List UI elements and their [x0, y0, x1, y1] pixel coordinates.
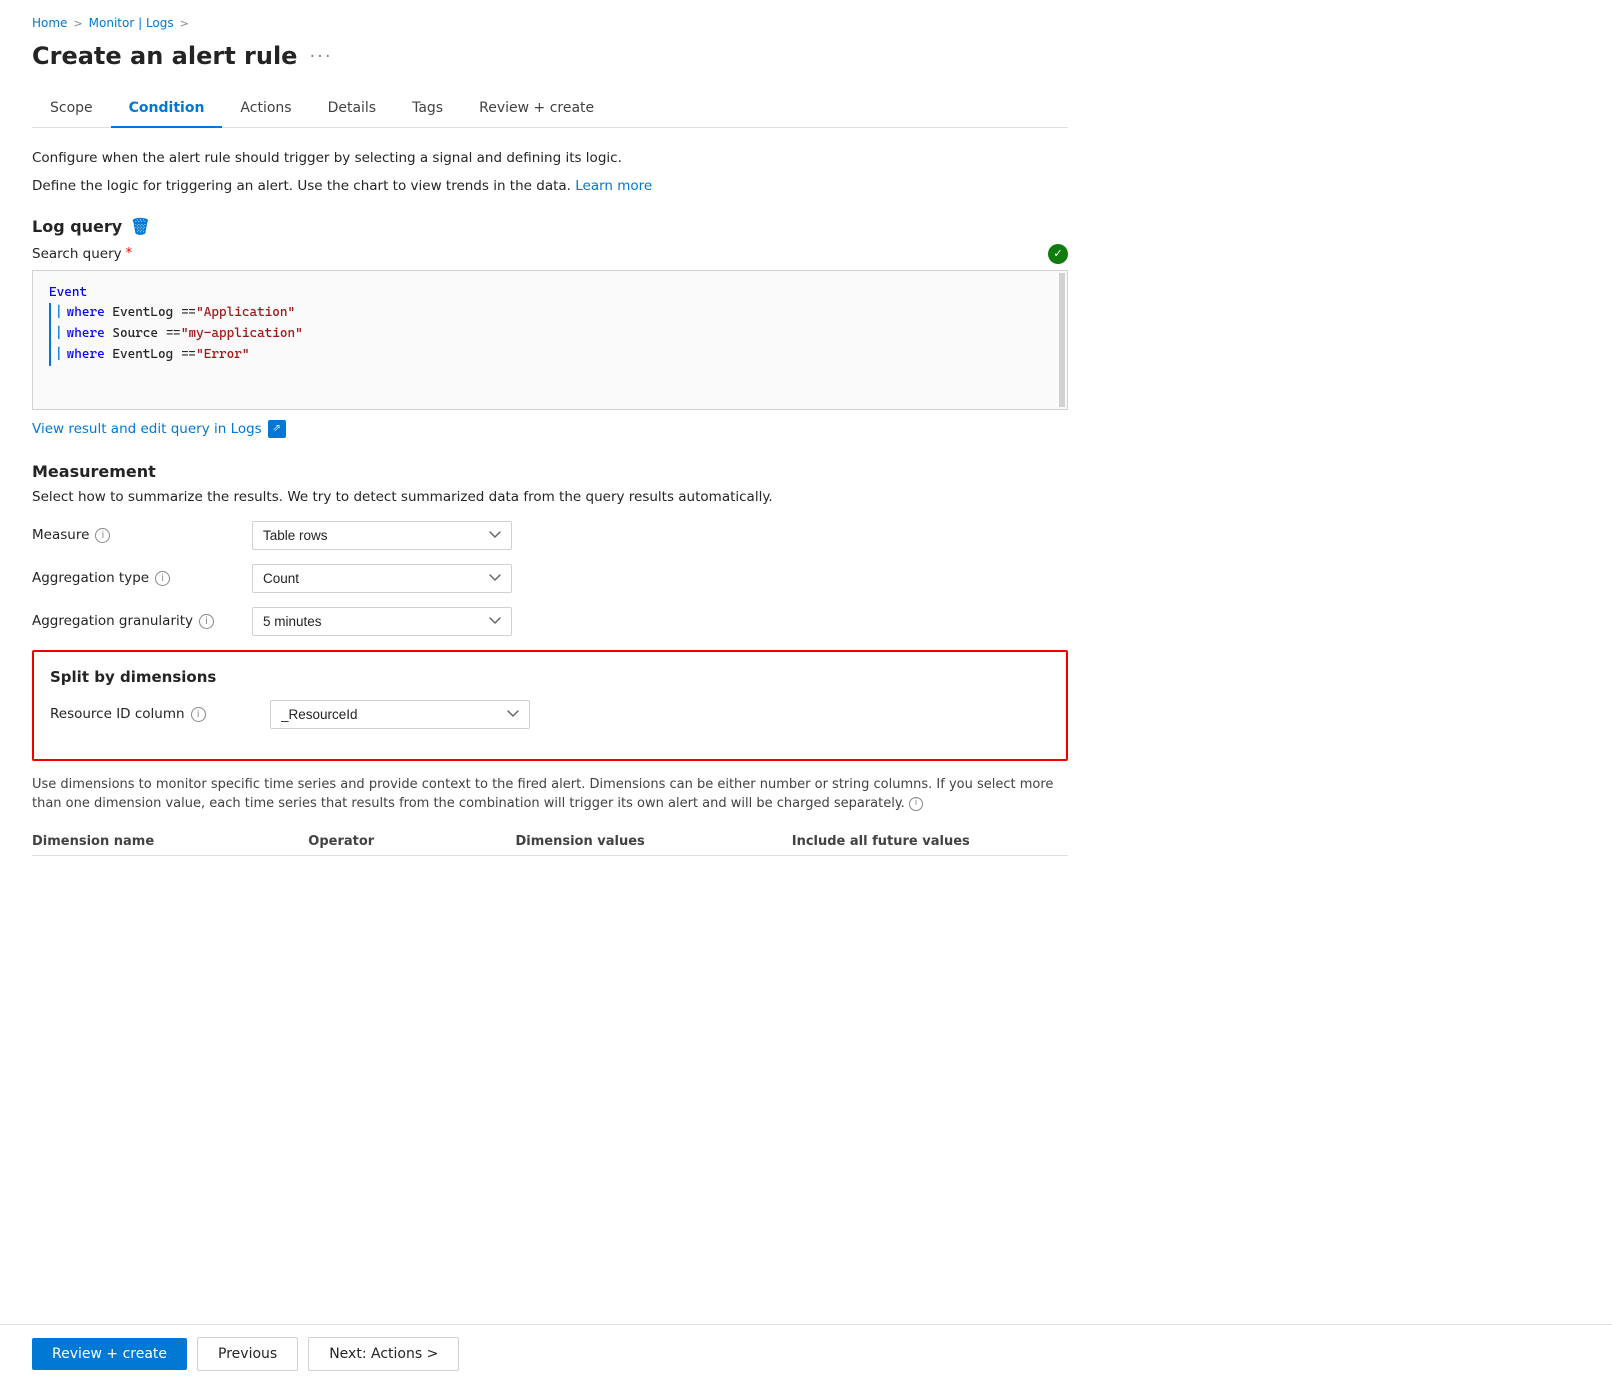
tabs-nav: Scope Condition Actions Details Tags Rev…	[32, 90, 1068, 128]
measure-select[interactable]: Table rows Custom column	[252, 521, 512, 550]
next-actions-button[interactable]: Next: Actions >	[308, 1337, 459, 1371]
previous-button[interactable]: Previous	[197, 1337, 298, 1371]
split-dimensions-desc: Use dimensions to monitor specific time …	[32, 775, 1068, 814]
more-options-icon[interactable]: ···	[309, 46, 332, 67]
search-query-label: Search query	[32, 246, 122, 262]
review-create-button[interactable]: Review + create	[32, 1338, 187, 1370]
resource-id-row: Resource ID column i _ResourceId None	[50, 700, 1050, 729]
aggregation-type-info-icon[interactable]: i	[155, 571, 170, 586]
resource-id-info-icon[interactable]: i	[191, 707, 206, 722]
tab-tags[interactable]: Tags	[394, 90, 461, 128]
breadcrumb-sep1: >	[73, 17, 82, 30]
aggregation-granularity-label: Aggregation granularity i	[32, 613, 252, 629]
dim-col-include-future: Include all future values	[792, 834, 1068, 849]
query-valid-icon: ✓	[1048, 244, 1068, 264]
split-by-dimensions-box: Split by dimensions Resource ID column i…	[32, 650, 1068, 761]
measure-row: Measure i Table rows Custom column	[32, 521, 1068, 550]
aggregation-type-select[interactable]: Count Sum Average Min Max	[252, 564, 512, 593]
breadcrumb-home[interactable]: Home	[32, 16, 67, 30]
log-query-section-title: Log query 🗑	[32, 217, 1068, 236]
tab-actions[interactable]: Actions	[222, 90, 309, 128]
dim-col-dimension-name: Dimension name	[32, 834, 308, 849]
bottom-bar: Review + create Previous Next: Actions >	[0, 1324, 1612, 1383]
measurement-section-title: Measurement	[32, 462, 1068, 481]
required-star: *	[126, 246, 133, 261]
tab-details[interactable]: Details	[310, 90, 395, 128]
aggregation-type-label: Aggregation type i	[32, 570, 252, 586]
query-editor[interactable]: Event | where EventLog == "Application" …	[32, 270, 1068, 410]
aggregation-granularity-row: Aggregation granularity i 1 minute 5 min…	[32, 607, 1068, 636]
split-dimensions-title: Split by dimensions	[50, 668, 1050, 686]
split-desc-info-icon[interactable]: i	[909, 797, 923, 811]
learn-more-link[interactable]: Learn more	[575, 178, 652, 194]
query-line-4: | where EventLog == "Error"	[49, 345, 1051, 366]
dim-col-dimension-values: Dimension values	[515, 834, 791, 849]
query-scrollbar[interactable]	[1059, 273, 1065, 407]
breadcrumb-monitor[interactable]: Monitor | Logs	[89, 16, 174, 30]
delete-query-icon[interactable]: 🗑	[130, 217, 150, 236]
tab-scope[interactable]: Scope	[32, 90, 111, 128]
search-query-label-row: Search query * ✓	[32, 244, 1068, 264]
view-query-link[interactable]: View result and edit query in Logs ⇗	[32, 420, 286, 438]
resource-id-select[interactable]: _ResourceId None	[270, 700, 530, 729]
aggregation-granularity-info-icon[interactable]: i	[199, 614, 214, 629]
page-title-row: Create an alert rule ···	[32, 42, 1068, 70]
aggregation-type-row: Aggregation type i Count Sum Average Min…	[32, 564, 1068, 593]
resource-id-label: Resource ID column i	[50, 706, 270, 722]
breadcrumb: Home > Monitor | Logs >	[32, 16, 1068, 30]
tab-condition[interactable]: Condition	[111, 90, 223, 128]
breadcrumb-sep2: >	[180, 17, 189, 30]
dimension-table-header: Dimension name Operator Dimension values…	[32, 828, 1068, 856]
query-line-2: | where EventLog == "Application"	[49, 303, 1051, 324]
query-line-1: Event	[49, 283, 1051, 304]
page-title: Create an alert rule	[32, 42, 297, 70]
external-link-icon: ⇗	[268, 420, 286, 438]
aggregation-granularity-select[interactable]: 1 minute 5 minutes 10 minutes 15 minutes…	[252, 607, 512, 636]
measure-info-icon[interactable]: i	[95, 528, 110, 543]
condition-desc2: Define the logic for triggering an alert…	[32, 176, 1068, 196]
tab-review-create[interactable]: Review + create	[461, 90, 612, 128]
query-line-3: | where Source == "my-application"	[49, 324, 1051, 345]
dim-col-operator: Operator	[308, 834, 515, 849]
condition-desc1: Configure when the alert rule should tri…	[32, 148, 1068, 168]
measurement-desc: Select how to summarize the results. We …	[32, 489, 1068, 505]
measure-label: Measure i	[32, 527, 252, 543]
